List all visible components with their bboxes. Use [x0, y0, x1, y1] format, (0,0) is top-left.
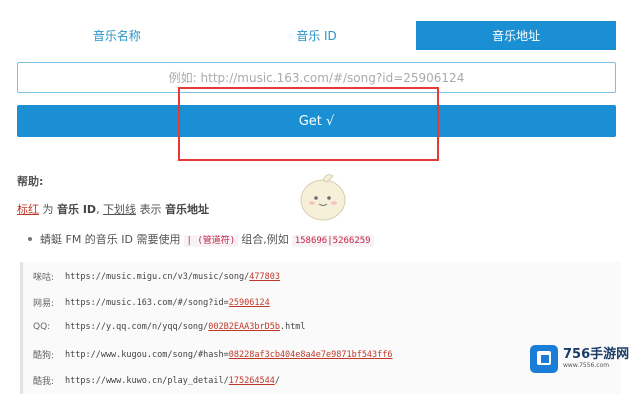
- example-label: QQ:: [33, 322, 51, 332]
- legend-music-id: 音乐 ID: [57, 203, 97, 216]
- legend-underline-text: 下划线: [103, 203, 137, 216]
- example-row-netease: 网易: https://music.163.com/#/song?id=2590…: [33, 296, 270, 310]
- tip-pipe-code: | (管道符): [183, 234, 239, 247]
- legend-sep: ,: [96, 203, 100, 216]
- help-title: 帮助:: [17, 175, 44, 188]
- legend-word-for: 为: [42, 203, 54, 216]
- watermark-url: www.7556.com: [563, 362, 610, 369]
- example-label: 酷狗:: [33, 351, 55, 361]
- site-watermark: 756手游网 www.7556.com: [530, 345, 629, 373]
- mascot-icon: [300, 174, 346, 221]
- example-label: 酷我:: [33, 377, 55, 387]
- example-row-kugou: 酷狗: http://www.kugou.com/song/#hash=0822…: [33, 348, 393, 362]
- get-button[interactable]: Get √: [17, 105, 616, 137]
- bullet-icon: [28, 237, 32, 241]
- example-link-migu[interactable]: https://music.migu.cn/v3/music/song/4778…: [65, 272, 280, 282]
- tip-prefix: 蜻蜓 FM 的音乐 ID 需要使用: [40, 233, 181, 246]
- examples-block: 咪咕: https://music.migu.cn/v3/music/song/…: [20, 262, 621, 394]
- example-row-migu: 咪咕: https://music.migu.cn/v3/music/song/…: [33, 270, 280, 284]
- example-row-kuwo: 酷我: https://www.kuwo.cn/play_detail/1752…: [33, 374, 280, 388]
- legend-word-means: 表示: [139, 203, 162, 216]
- cube-logo-icon: [530, 345, 558, 373]
- help-legend: 标红 为 音乐 ID, 下划线 表示 音乐地址: [17, 201, 209, 217]
- example-label: 网易:: [33, 299, 55, 309]
- tip-example-code: 158696|5266259: [291, 234, 374, 247]
- legend-red-text: 标红: [17, 203, 39, 216]
- music-url-input[interactable]: [17, 62, 616, 93]
- example-link-kuwo[interactable]: https://www.kuwo.cn/play_detail/17526454…: [65, 376, 280, 386]
- legend-music-url: 音乐地址: [165, 203, 210, 216]
- example-label: 咪咕:: [33, 273, 55, 283]
- example-link-netease[interactable]: https://music.163.com/#/song?id=25906124: [65, 298, 270, 308]
- example-link-qq[interactable]: https://y.qq.com/n/yqq/song/002B2EAA3brD…: [65, 322, 306, 332]
- example-link-kugou[interactable]: http://www.kugou.com/song/#hash=08228af3…: [65, 350, 393, 360]
- tab-music-id[interactable]: 音乐 ID: [217, 21, 417, 50]
- source-tabs: 音乐名称 音乐 ID 音乐地址: [17, 21, 617, 50]
- tab-music-url[interactable]: 音乐地址: [416, 21, 617, 50]
- example-row-qq: QQ: https://y.qq.com/n/yqq/song/002B2EAA…: [33, 322, 306, 332]
- tab-music-name[interactable]: 音乐名称: [17, 21, 217, 50]
- help-tip: 蜻蜓 FM 的音乐 ID 需要使用 | (管道符) 组合,例如 158696|5…: [28, 231, 377, 247]
- watermark-brand: 756手游网: [563, 347, 630, 362]
- tip-middle: 组合,例如: [241, 233, 289, 246]
